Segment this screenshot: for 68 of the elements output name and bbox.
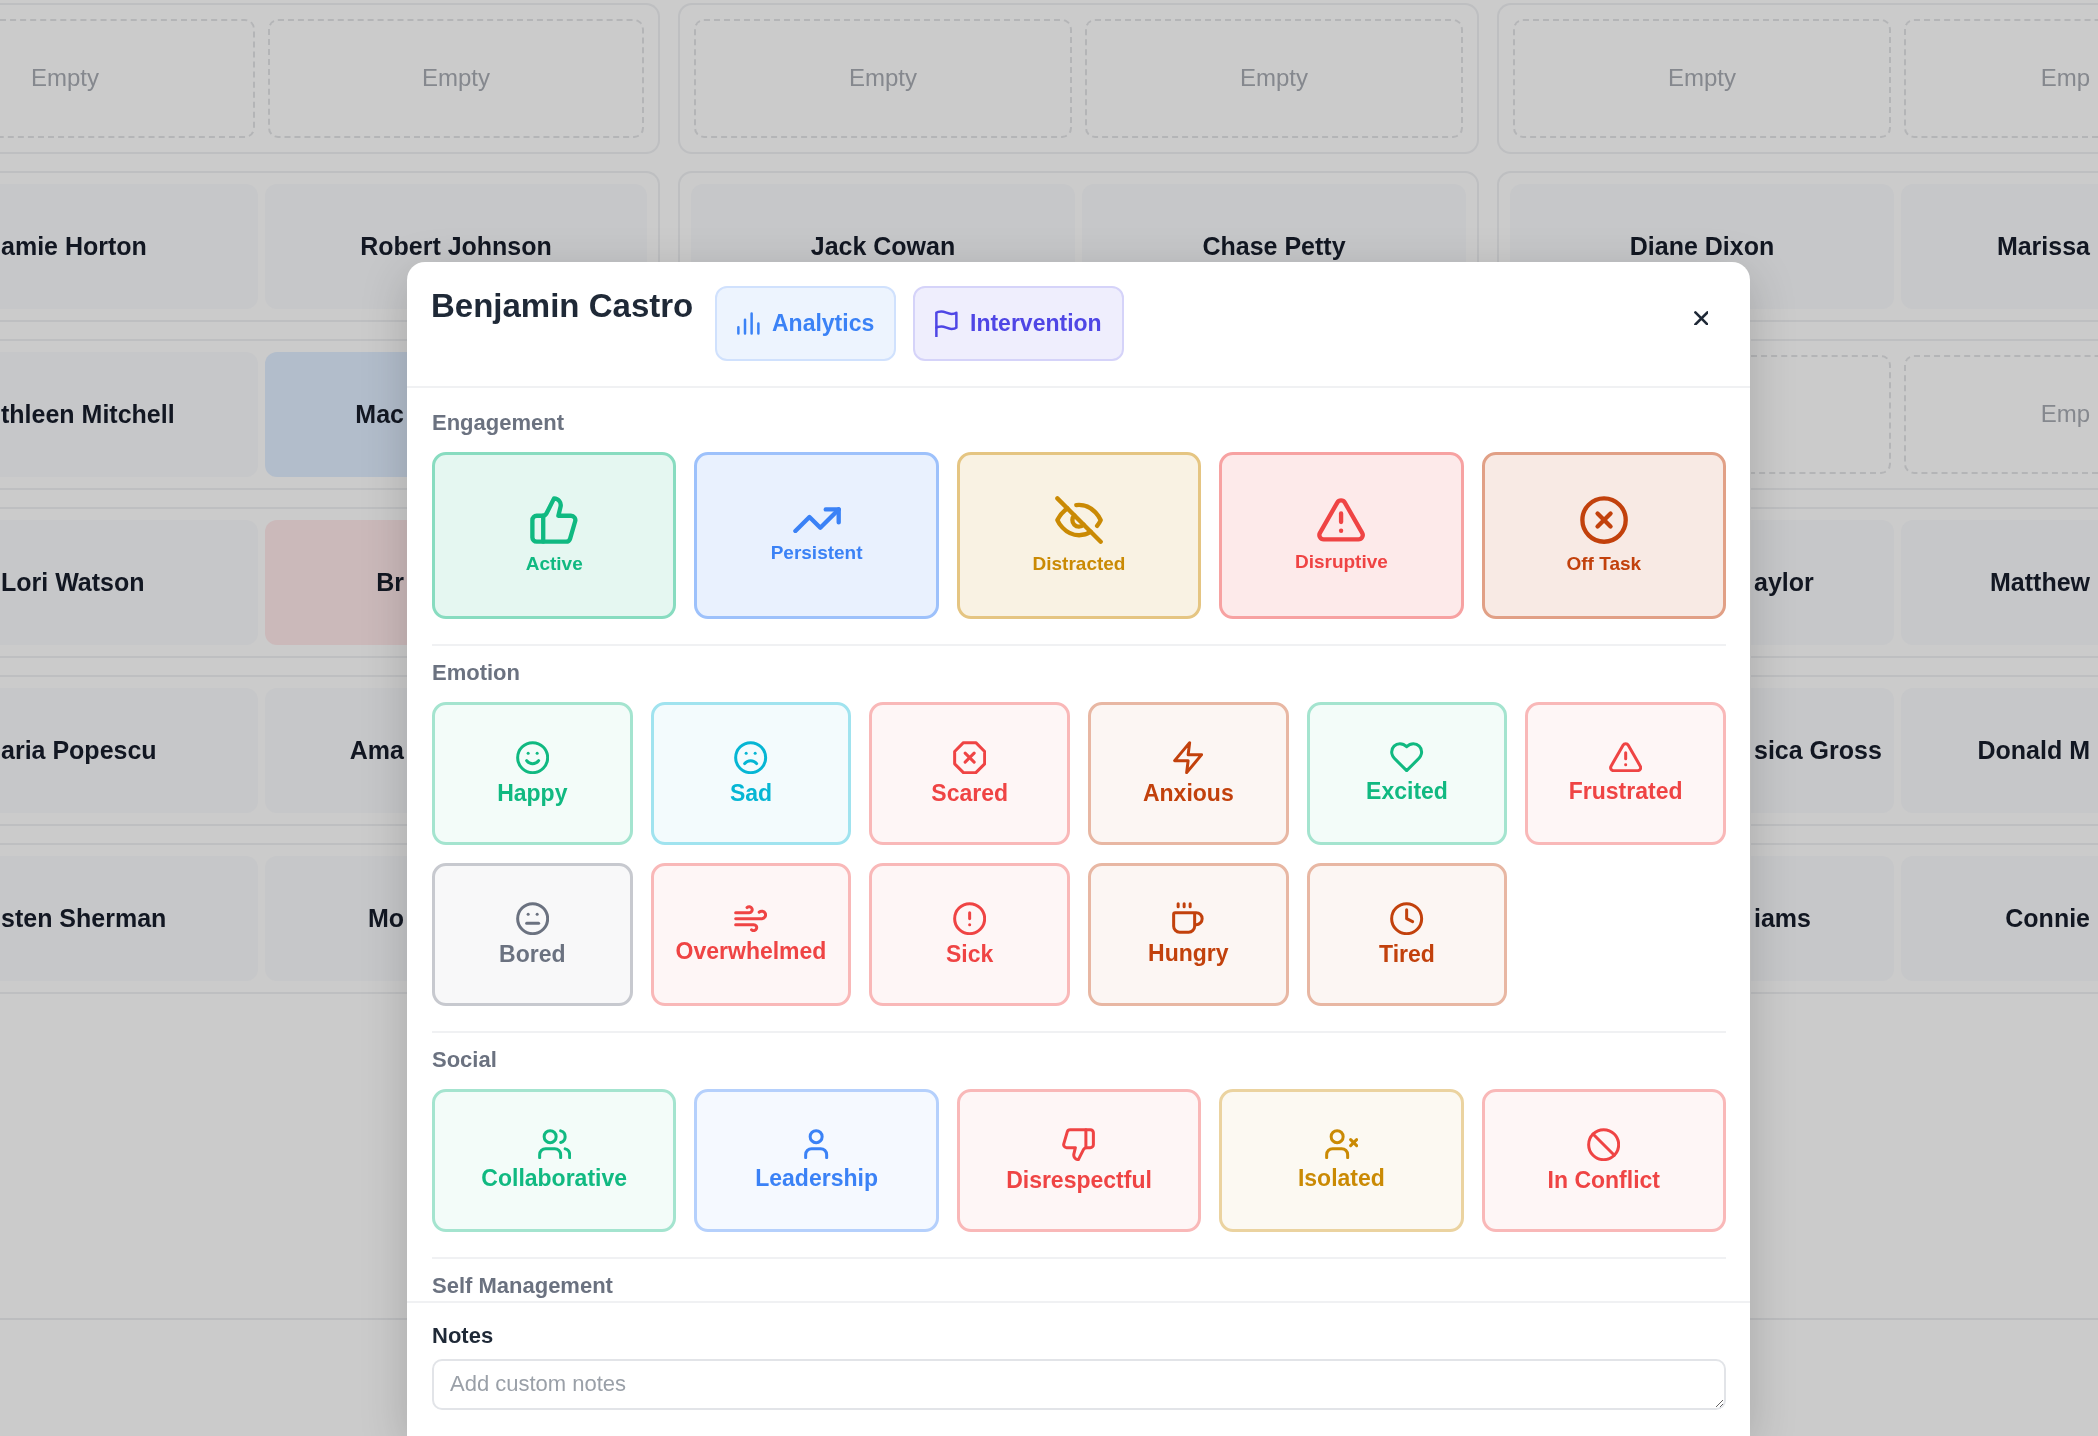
intervention-button[interactable]: Intervention: [913, 286, 1124, 361]
option-tile[interactable]: Bored: [432, 863, 633, 1006]
bar-chart-icon: [737, 312, 760, 335]
option-tile[interactable]: Disruptive: [1219, 452, 1464, 619]
option-tile[interactable]: Sad: [650, 702, 852, 845]
seat-card[interactable]: Br: [265, 520, 407, 645]
seat-card[interactable]: Lori Watson: [0, 520, 258, 645]
warning-triangle-icon: [1317, 498, 1366, 542]
crossed-eye-icon: [1054, 496, 1104, 545]
clock-icon: [1390, 901, 1424, 935]
seat-card[interactable]: aylor: [1751, 520, 1894, 645]
option-tile[interactable]: Anxious: [1088, 702, 1289, 845]
seat-card[interactable]: Ama: [265, 688, 407, 813]
seat-card[interactable]: Donald M: [1901, 688, 2098, 813]
frowning-face-icon: [734, 740, 768, 774]
section-heading: Emotion: [432, 660, 521, 686]
section-heading: Social: [432, 1047, 498, 1073]
seat-card[interactable]: Mac: [265, 352, 407, 477]
option-tile[interactable]: Overwhelmed: [650, 863, 852, 1006]
close-icon: [1693, 310, 1709, 326]
seat-card[interactable]: Marissa: [1901, 184, 2098, 309]
option-tile[interactable]: In Conflict: [1481, 1089, 1726, 1232]
person-x-icon: [1324, 1129, 1359, 1160]
option-tile[interactable]: Leadership: [694, 1089, 939, 1232]
warning-triangle-icon: [1609, 742, 1643, 773]
neutral-face-icon: [515, 901, 549, 935]
option-tile[interactable]: Off Task: [1481, 452, 1726, 619]
seat-card[interactable]: aria Popescu: [0, 688, 258, 813]
seat-card[interactable]: sica Gross: [1751, 688, 1894, 813]
coffee-cup-icon: [1172, 902, 1205, 935]
exclamation-circle-icon: [953, 901, 987, 935]
seat-card[interactable]: thleen Mitchell: [0, 352, 258, 477]
option-tile[interactable]: Distracted: [956, 452, 1202, 619]
seat-card[interactable]: Connie: [1901, 856, 2098, 981]
seat-card[interactable]: iams: [1751, 856, 1894, 981]
seat-card[interactable]: Mo: [265, 856, 407, 981]
analytics-button[interactable]: Analytics: [715, 286, 897, 361]
seat-card[interactable]: sten Sherman: [0, 856, 258, 981]
section-heading: Engagement: [432, 410, 566, 436]
section-heading: Self Management: [432, 1273, 614, 1299]
option-tile[interactable]: Hungry: [1088, 863, 1289, 1006]
thumbs-down-icon: [1062, 1127, 1096, 1161]
option-tile[interactable]: Isolated: [1219, 1089, 1464, 1232]
notes-field[interactable]: Add custom notes: [432, 1359, 1726, 1410]
thumbs-up-icon: [530, 496, 579, 545]
circle-x-icon: [1579, 496, 1628, 545]
person-icon: [804, 1129, 829, 1160]
prohibited-icon: [1587, 1127, 1621, 1161]
seat-card[interactable]: amie Horton: [0, 184, 258, 309]
option-tile[interactable]: Sick: [869, 863, 1070, 1006]
option-tile[interactable]: Collaborative: [432, 1089, 677, 1232]
lightning-icon: [1173, 740, 1204, 774]
smiley-face-icon: [515, 740, 549, 774]
wind-icon: [734, 904, 768, 932]
option-tile[interactable]: Persistent: [694, 452, 939, 619]
two-people-icon: [537, 1129, 571, 1160]
octagon-x-icon: [953, 740, 987, 774]
option-tile[interactable]: Disrespectful: [956, 1089, 1202, 1232]
option-tile[interactable]: Tired: [1306, 863, 1508, 1006]
notes-label: Notes: [432, 1323, 495, 1349]
option-tile[interactable]: Excited: [1306, 702, 1508, 845]
option-tile[interactable]: Scared: [869, 702, 1070, 845]
option-tile[interactable]: Happy: [432, 702, 633, 845]
seat-card[interactable]: Matthew: [1901, 520, 2098, 645]
flag-icon: [935, 309, 958, 338]
option-tile[interactable]: Frustrated: [1525, 702, 1726, 845]
trend-arrow-icon: [792, 506, 841, 534]
heart-icon: [1390, 742, 1424, 773]
